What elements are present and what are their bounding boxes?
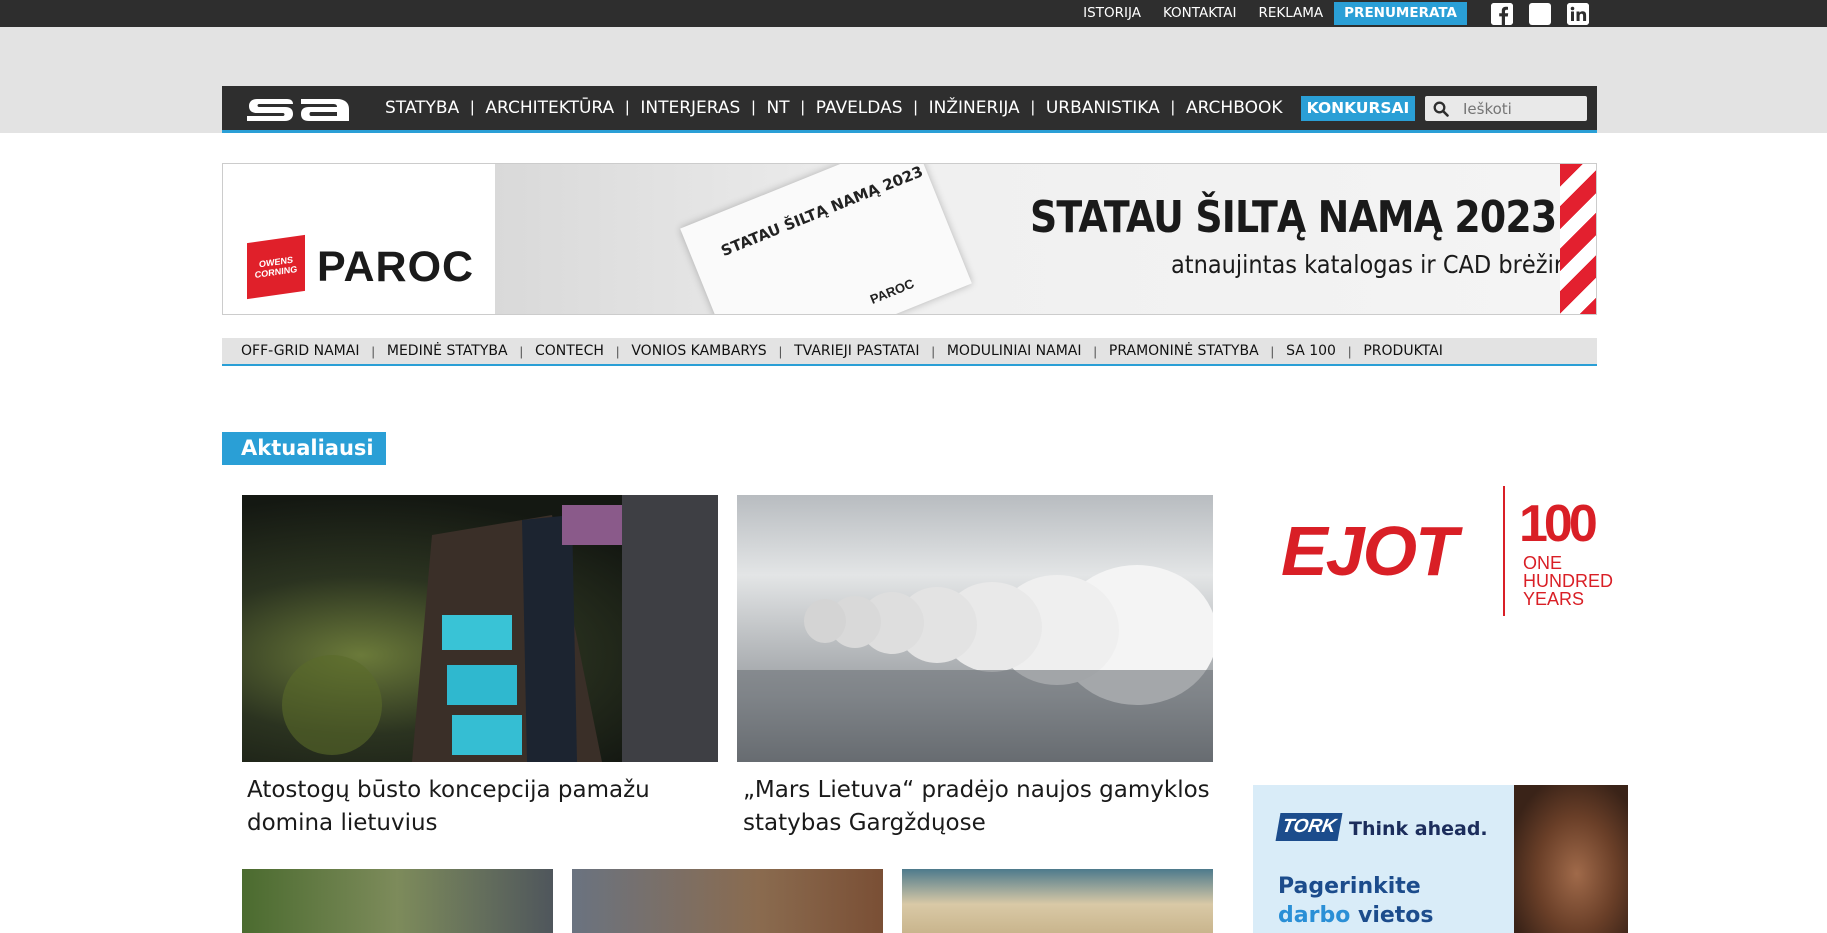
banner-subline: atnaujintas katalogas ir CAD brėžiniai (1171, 250, 1595, 279)
top-bar: ISTORIJA KONTAKTAI REKLAMA PRENUMERATA (0, 0, 1827, 27)
nav-item-paveldas[interactable]: PAVELDAS (816, 98, 903, 118)
nav-separator: | (470, 99, 475, 116)
subnav-separator: | (519, 343, 523, 359)
nav-item-inzinerija[interactable]: INŽINERIJA (929, 98, 1020, 118)
nav-separator: | (751, 99, 756, 116)
top-links: ISTORIJA KONTAKTAI REKLAMA PRENUMERATA (1072, 0, 1589, 27)
article-title-2[interactable]: „Mars Lietuva“ pradėjo naujos gamyklos s… (743, 774, 1213, 840)
hazard-stripes (1560, 164, 1596, 314)
nav-separator: | (913, 99, 918, 116)
subnav-separator: | (1347, 343, 1352, 359)
main-nav: STATYBA | ARCHITEKTŪRA | INTERJERAS | NT | P… (222, 86, 1597, 133)
subnav-item-produktai[interactable]: PRODUKTAI (1363, 343, 1442, 359)
article-title-1[interactable]: Atostogų būsto koncepcija pamažu domina … (247, 774, 717, 840)
sa-logo[interactable] (245, 95, 351, 126)
subnav-separator: | (1093, 343, 1097, 359)
article-image-2[interactable] (737, 495, 1213, 762)
subnav-item-tvarieji[interactable]: TVARIEJI PASTATAI (794, 343, 919, 359)
sa-logo-mark (247, 99, 349, 121)
paroc-wordmark: PAROC (317, 242, 475, 291)
nav-item-archbook[interactable]: ARCHBOOK (1186, 98, 1283, 118)
ejot-wordmark: EJOT (1281, 512, 1458, 590)
top-link-reklama[interactable]: REKLAMA (1247, 0, 1334, 27)
article-thumb-5[interactable] (902, 869, 1213, 933)
subnav-item-vonios[interactable]: VONIOS KAMBARYS (631, 343, 766, 359)
nav-item-architektura[interactable]: ARCHITEKTŪRA (485, 98, 614, 118)
subnav-separator: | (931, 343, 935, 359)
nav-separator: | (625, 99, 630, 116)
ejot-tagline: ONE HUNDRED YEARS (1523, 553, 1613, 609)
ejot-ad[interactable]: EJOT 100 ONE HUNDRED YEARS (1253, 384, 1630, 704)
nav-item-nt[interactable]: NT (766, 98, 789, 118)
article-thumb-4[interactable] (572, 869, 883, 933)
search-icon[interactable] (1433, 101, 1449, 117)
tork-ad[interactable]: TORK Think ahead. Pagerinkite darbo viet… (1253, 785, 1628, 933)
sub-nav: OFF-GRID NAMAI | MEDINĖ STATYBA | CONTECH |… (222, 338, 1597, 366)
nav-separator: | (800, 99, 805, 116)
tork-headline: Pagerinkite darbo vietos aplinką (1278, 872, 1478, 933)
owens-corning-logo: OWENS CORNING (247, 234, 305, 300)
subnav-item-medine-statyba[interactable]: MEDINĖ STATYBA (387, 343, 508, 359)
hard-hats-image (737, 565, 1213, 762)
top-link-istorija[interactable]: ISTORIJA (1072, 0, 1152, 27)
subnav-separator: | (371, 343, 375, 359)
section-title: Aktualiausi (222, 432, 386, 465)
subnav-item-pramonine[interactable]: PRAMONINĖ STATYBA (1109, 343, 1259, 359)
banner-headline: STATAU ŠILTĄ NAMĄ 2023 (1030, 192, 1557, 243)
tork-headline-part-1: Pagerinkite (1278, 874, 1421, 899)
konkursai-button[interactable]: KONKURSAI (1301, 96, 1415, 121)
subnav-item-sa100[interactable]: SA 100 (1286, 343, 1336, 359)
catalog-brand: PAROC (867, 275, 917, 307)
nav-separator: | (1170, 99, 1175, 116)
subnav-item-moduliniai[interactable]: MODULINIAI NAMAI (947, 343, 1082, 359)
rooftop-pool-image (282, 495, 718, 762)
ejot-divider (1503, 486, 1505, 616)
tork-person-photo (1514, 785, 1628, 933)
article-thumb-3[interactable] (242, 869, 553, 933)
tork-slogan: Think ahead. (1349, 818, 1488, 840)
nav-item-urbanistika[interactable]: URBANISTIKA (1046, 98, 1160, 118)
subnav-separator: | (615, 343, 620, 359)
nav-items: STATYBA | ARCHITEKTŪRA | INTERJERAS | NT | P… (385, 86, 1282, 130)
search-input[interactable] (1463, 96, 1581, 121)
ejot-100-mark: 100 (1519, 495, 1598, 553)
top-link-kontaktai[interactable]: KONTAKTAI (1152, 0, 1248, 27)
facebook-icon[interactable] (1491, 2, 1513, 25)
paroc-logo: OWENS CORNING PAROC (247, 234, 475, 300)
subnav-item-contech[interactable]: CONTECH (535, 343, 604, 359)
nav-separator: | (1030, 99, 1035, 116)
nav-item-interjeras[interactable]: INTERJERAS (640, 98, 740, 118)
paroc-banner[interactable]: OWENS CORNING PAROC STATAU ŠILTĄ NAMĄ 20… (222, 163, 1597, 315)
subnav-separator: | (778, 343, 783, 359)
linkedin-icon[interactable] (1567, 2, 1589, 25)
nav-item-statyba[interactable]: STATYBA (385, 98, 459, 118)
search-box (1425, 96, 1587, 121)
article-image-1[interactable] (242, 495, 718, 762)
subnav-separator: | (1270, 343, 1275, 359)
subscribe-button[interactable]: PRENUMERATA (1334, 2, 1467, 25)
tork-logo: TORK (1275, 813, 1343, 841)
tork-headline-highlight: darbo (1278, 903, 1351, 928)
subnav-item-off-grid[interactable]: OFF-GRID NAMAI (241, 343, 359, 359)
instagram-icon[interactable] (1529, 2, 1551, 25)
